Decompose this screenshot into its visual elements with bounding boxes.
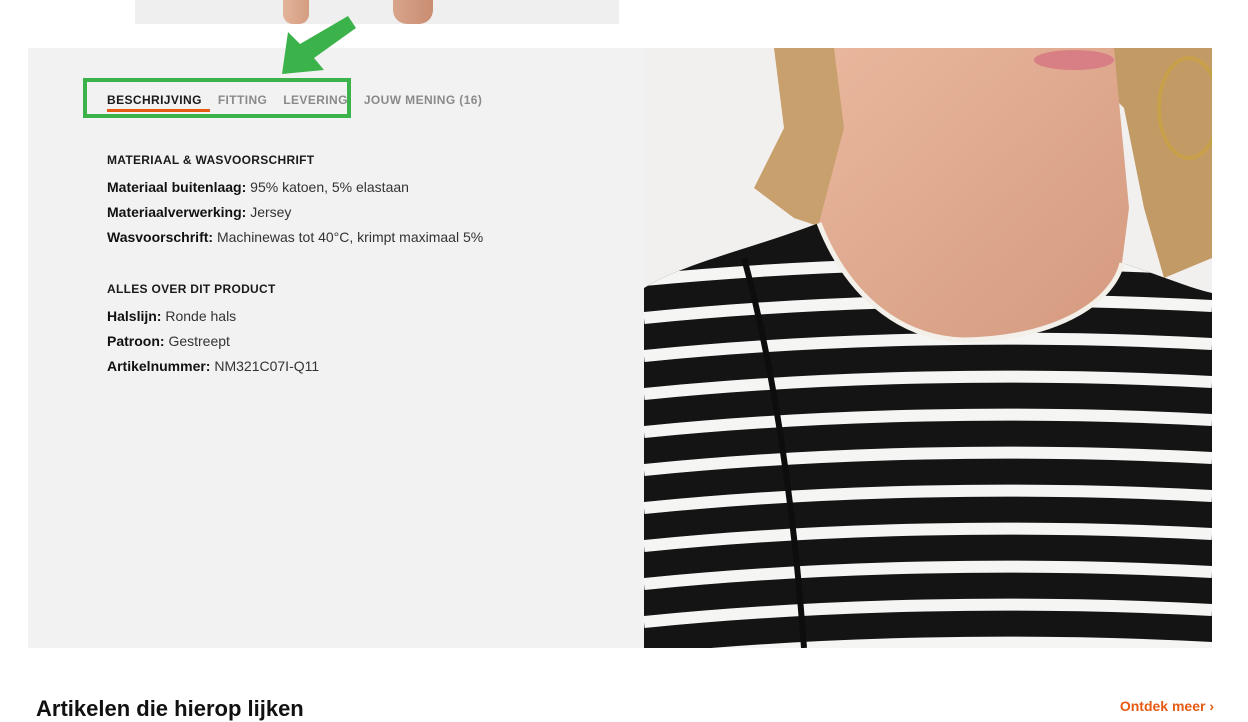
product-section-title: ALLES OVER DIT PRODUCT — [107, 282, 276, 296]
photo-leg-left — [283, 0, 309, 24]
material-section-title: MATERIAAL & WASVOORSCHRIFT — [107, 153, 315, 167]
details-tabs: BESCHRIJVING FITTING LEVERING JOUW MENIN… — [107, 92, 490, 114]
discover-more-label: Ontdek meer — [1119, 698, 1206, 714]
product-photo-top — [135, 0, 619, 24]
tab-jouw-mening[interactable]: JOUW MENING (16) — [356, 92, 490, 112]
tab-beschrijving[interactable]: BESCHRIJVING — [107, 92, 210, 112]
spec-value: Machinewas tot 40°C, krimpt maximaal 5% — [216, 229, 484, 245]
spec-label: Artikelnummer: — [107, 358, 211, 374]
spec-label: Materiaalverwerking: — [107, 204, 247, 220]
chevron-right-icon: › — [1209, 698, 1214, 714]
spec-label: Materiaal buitenlaag: — [107, 179, 247, 195]
tab-fitting[interactable]: FITTING — [210, 92, 275, 112]
discover-more-link[interactable]: Ontdek meer › — [1120, 698, 1214, 714]
spec-row: Artikelnummer: NM321C07I-Q11 — [107, 358, 319, 374]
spec-value: Ronde hals — [165, 308, 237, 324]
tab-levering[interactable]: LEVERING — [275, 92, 356, 112]
spec-row: Wasvoorschrift: Machinewas tot 40°C, kri… — [107, 229, 483, 245]
photo-leg-right — [393, 0, 433, 24]
spec-label: Patroon: — [107, 333, 165, 349]
model-photo — [644, 48, 1212, 648]
spec-value: NM321C07I-Q11 — [214, 358, 320, 374]
spec-row: Materiaalverwerking: Jersey — [107, 204, 291, 220]
spec-value: 95% katoen, 5% elastaan — [250, 179, 409, 195]
spec-row: Materiaal buitenlaag: 95% katoen, 5% ela… — [107, 179, 409, 195]
spec-value: Gestreept — [168, 333, 230, 349]
model-photo-illustration — [644, 48, 1212, 648]
spec-row: Patroon: Gestreept — [107, 333, 230, 349]
spec-row: Halslijn: Ronde hals — [107, 308, 236, 324]
product-details-panel: BESCHRIJVING FITTING LEVERING JOUW MENIN… — [28, 16, 644, 648]
spec-label: Halslijn: — [107, 308, 162, 324]
spec-label: Wasvoorschrift: — [107, 229, 214, 245]
related-products-title: Artikelen die hierop lijken — [36, 696, 304, 721]
spec-value: Jersey — [250, 204, 292, 220]
